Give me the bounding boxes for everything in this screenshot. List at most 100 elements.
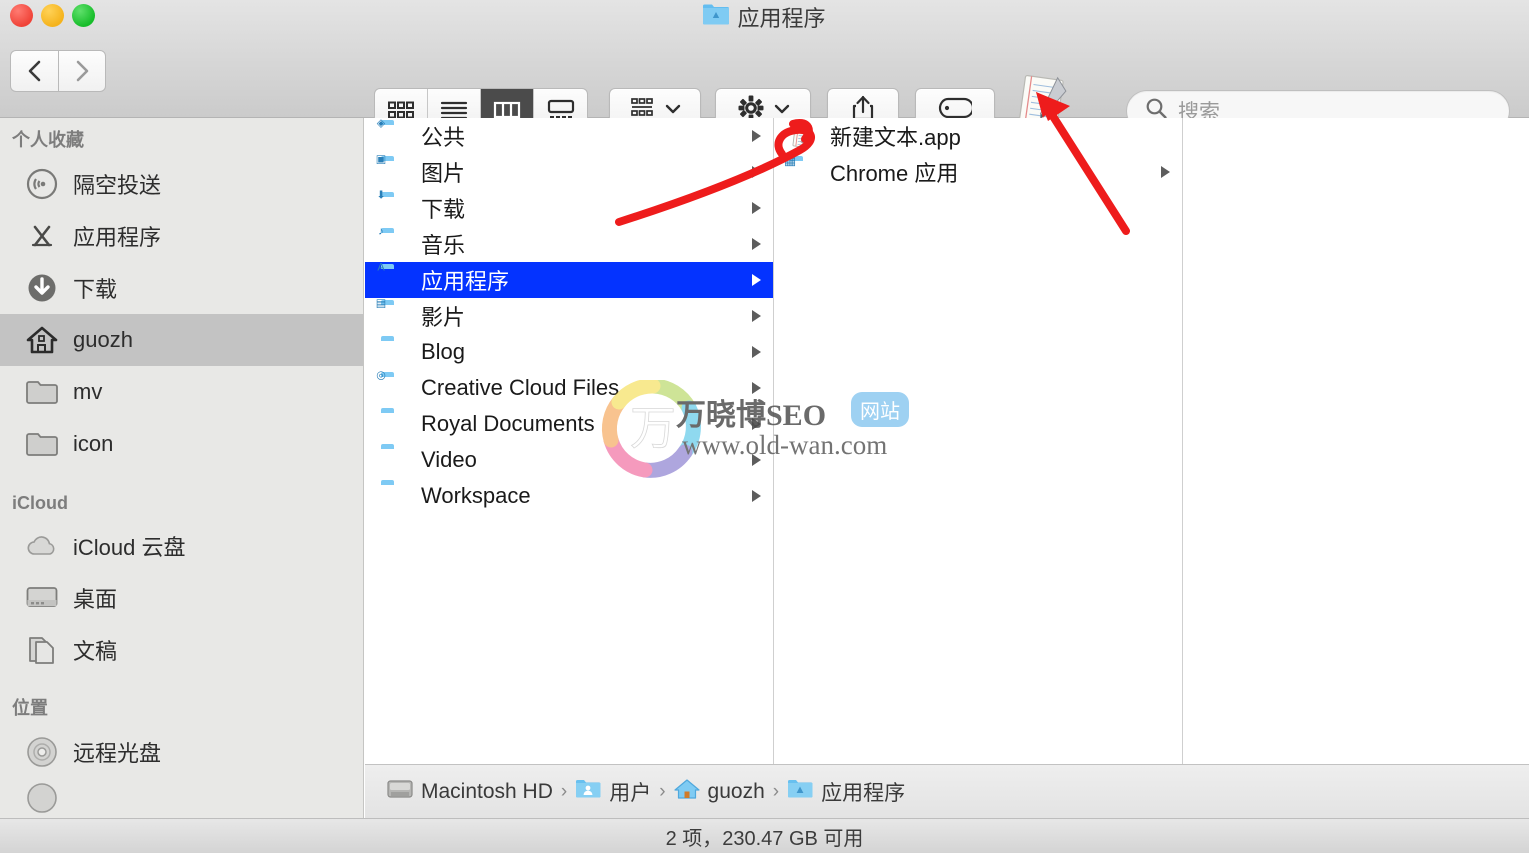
breadcrumb-separator: › (560, 780, 568, 802)
folder-icon (25, 375, 59, 409)
disclosure-triangle-icon[interactable] (749, 201, 763, 215)
finder-window: 应用程序 搜索 个人收藏 隔空投送 应用程序 下载 guozh mv icon … (0, 0, 1529, 853)
sidebar-item-guozh[interactable]: guozh (0, 314, 363, 366)
movies-folder-icon: ▤ (375, 297, 387, 310)
navigation-buttons (10, 50, 106, 92)
list-item[interactable]: ▤ 影片 (365, 298, 773, 334)
window-title: 应用程序 (0, 0, 1529, 33)
list-item[interactable]: ◈ 公共 (365, 118, 773, 154)
window-titlebar: 应用程序 搜索 (0, 0, 1529, 132)
music-folder-icon: ♪ (378, 225, 384, 238)
textedit-app-icon (790, 124, 819, 149)
disclosure-triangle-icon[interactable] (1158, 165, 1172, 179)
sidebar-section-locations-header: 位置 (12, 698, 48, 718)
item-label: Workspace (421, 483, 531, 508)
applications-folder-icon (787, 778, 813, 805)
downloads-folder-icon: ⬇ (376, 189, 386, 202)
breadcrumb-item-applications[interactable]: 应用程序 (787, 777, 905, 807)
disclosure-triangle-icon[interactable] (749, 345, 763, 359)
disclosure-triangle-icon[interactable] (749, 273, 763, 287)
disclosure-triangle-icon[interactable] (749, 309, 763, 323)
sidebar-item-desktop[interactable]: 桌面 (0, 572, 363, 624)
home-icon (25, 323, 59, 357)
list-item[interactable]: ◎ Creative Cloud Files (365, 370, 773, 406)
desktop-icon (25, 581, 59, 615)
item-label: 公共 (421, 125, 466, 150)
list-item[interactable]: Video (365, 442, 773, 478)
sidebar-item-icloud-drive[interactable]: iCloud 云盘 (0, 520, 363, 572)
chevron-down-icon (774, 101, 790, 119)
creative-cloud-folder-icon: ◎ (376, 369, 386, 382)
column-2[interactable]: 新建文本.app ▦ Chrome 应用 (774, 118, 1183, 764)
disclosure-triangle-icon[interactable] (749, 453, 763, 467)
folder-icon (25, 427, 59, 461)
sidebar-item-applications[interactable]: 应用程序 (0, 210, 363, 262)
public-folder-icon: ◈ (376, 118, 386, 130)
sidebar-item-mv[interactable]: mv (0, 366, 363, 418)
documents-icon (25, 633, 59, 667)
item-label: Video (421, 447, 477, 472)
breadcrumb-separator: › (659, 780, 666, 802)
list-item[interactable]: Blog (365, 334, 773, 370)
disclosure-triangle-icon[interactable] (749, 165, 763, 179)
breadcrumb-item-macintosh-hd[interactable]: Macintosh HD (387, 778, 553, 806)
back-button[interactable] (10, 50, 58, 92)
applications-icon (25, 219, 59, 253)
disclosure-triangle-icon[interactable] (749, 489, 763, 503)
list-item-chrome-apps[interactable]: ▦ Chrome 应用 (774, 154, 1182, 190)
sidebar-section-favorites-header: 个人收藏 (12, 130, 84, 150)
sidebar-item-label: 桌面 (73, 587, 118, 612)
item-label: Blog (421, 339, 466, 364)
breadcrumb-label: 应用程序 (821, 781, 906, 805)
home-folder-icon (673, 778, 700, 806)
sidebar-item-partial[interactable] (0, 778, 363, 818)
breadcrumb-label: 用户 (609, 781, 652, 805)
pictures-folder-icon: ▣ (375, 153, 387, 166)
sidebar-item-label: 远程光盘 (73, 741, 162, 766)
disclosure-triangle-icon[interactable] (749, 129, 763, 143)
list-item[interactable]: ▣ 图片 (365, 154, 773, 190)
sidebar-item-label: 应用程序 (73, 225, 162, 250)
status-text: 2 项，230.47 GB 可用 (665, 827, 864, 850)
sidebar-item-icon[interactable]: icon (0, 418, 363, 470)
folder-icon (381, 484, 410, 508)
chrome-apps-folder-icon: ▦ (783, 152, 797, 168)
breadcrumb-separator: › (772, 780, 780, 802)
breadcrumb-item-users[interactable]: 用户 (575, 777, 651, 807)
sidebar-item-remote-disc[interactable]: 远程光盘 (0, 726, 363, 778)
breadcrumb-label: Macintosh HD (421, 779, 553, 803)
sidebar-item-documents[interactable]: 文稿 (0, 624, 363, 676)
harddisk-icon (387, 778, 413, 806)
item-label: Chrome 应用 (830, 161, 959, 186)
item-label: 新建文本.app (830, 125, 961, 150)
breadcrumb-item-guozh[interactable]: guozh (673, 778, 765, 806)
window-title-label: 应用程序 (737, 5, 826, 31)
disclosure-triangle-icon[interactable] (749, 417, 763, 431)
column-3[interactable] (1183, 118, 1529, 764)
sidebar-section-icloud-header: iCloud (12, 493, 68, 513)
applications-folder-icon: A (377, 261, 385, 274)
breadcrumb-label: guozh (707, 779, 765, 803)
list-item[interactable]: Royal Documents (365, 406, 773, 442)
disclosure-triangle-icon[interactable] (749, 237, 763, 251)
users-folder-icon (575, 778, 601, 805)
network-icon (25, 781, 59, 815)
disclosure-triangle-icon[interactable] (749, 381, 763, 395)
applications-folder-icon (703, 3, 730, 31)
item-label: Creative Cloud Files (421, 375, 620, 400)
sidebar-item-downloads[interactable]: 下载 (0, 262, 363, 314)
sidebar-item-airdrop[interactable]: 隔空投送 (0, 158, 363, 210)
forward-button[interactable] (58, 50, 106, 92)
sidebar[interactable]: 个人收藏 隔空投送 应用程序 下载 guozh mv icon iCloud i… (0, 118, 364, 818)
list-item[interactable]: ⬇ 下载 (365, 190, 773, 226)
list-item-applications[interactable]: A 应用程序 (365, 262, 773, 298)
list-item-new-text-app[interactable]: 新建文本.app (774, 118, 1182, 154)
list-item[interactable]: ♪ 音乐 (365, 226, 773, 262)
item-label: 影片 (421, 305, 466, 330)
list-item[interactable]: Workspace (365, 478, 773, 514)
column-1[interactable]: ◈ 公共 ▣ 图片 ⬇ 下载 ♪ 音乐 A 应用程序 ▤ 影片 Blog ◎ C… (365, 118, 774, 764)
sidebar-item-label: 下载 (73, 277, 118, 302)
cloud-icon (25, 529, 59, 563)
disc-icon (25, 735, 59, 769)
chevron-down-icon (665, 101, 681, 119)
